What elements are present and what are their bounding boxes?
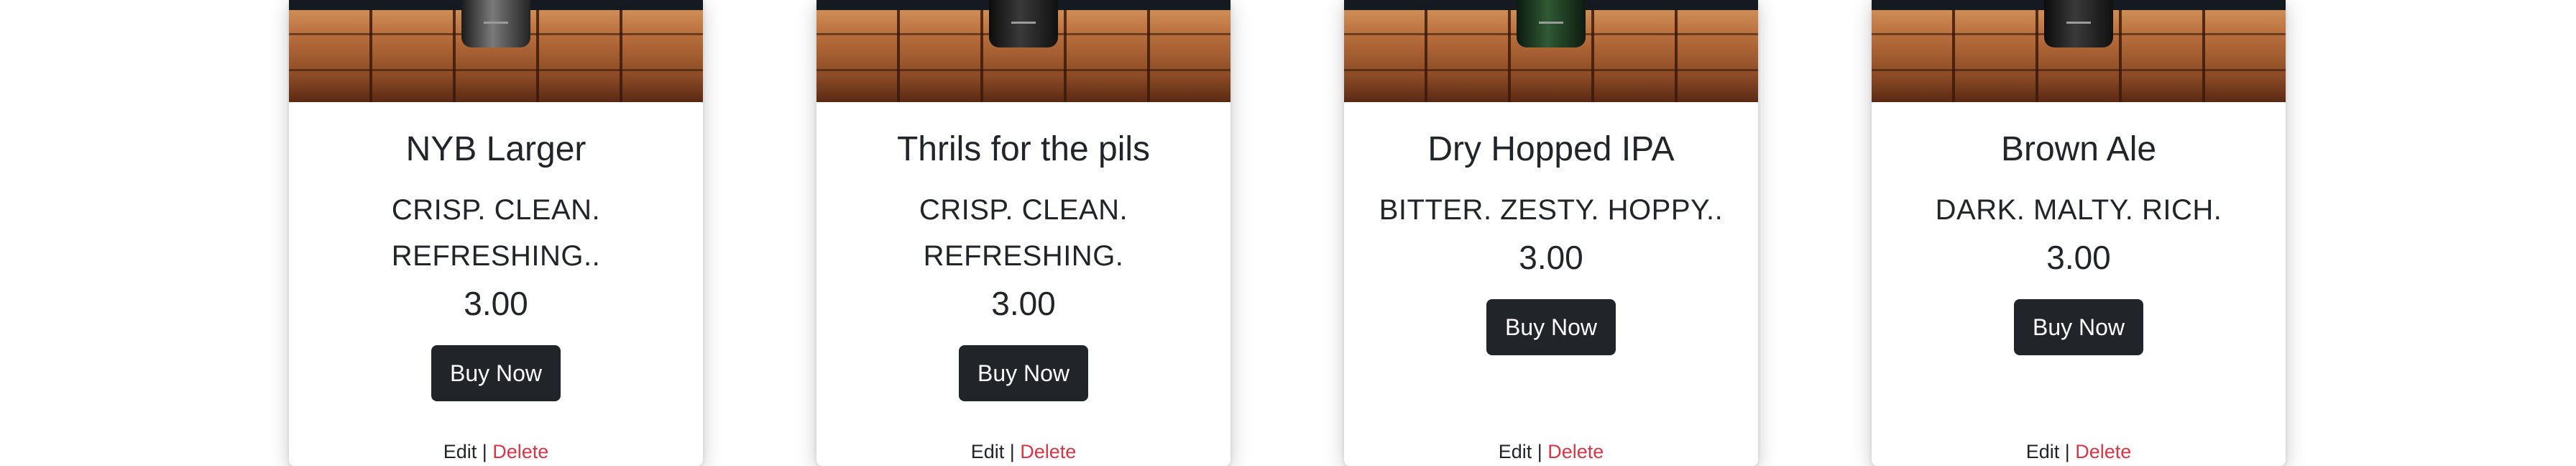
edit-link[interactable]: Edit [443,441,477,462]
product-description: CRISP. CLEAN. REFRESHING. [919,194,1128,272]
product-title: Brown Ale [2000,130,2157,168]
buy-now-button[interactable]: Buy Now [431,345,561,401]
product-description: BITTER. ZESTY. HOPPY.. [1379,194,1724,226]
beer-can-icon [461,0,530,47]
product-image [1344,0,1758,102]
delete-link[interactable]: Delete [492,441,548,462]
product-title: Dry Hopped IPA [1427,130,1675,168]
action-separator: | [2064,441,2070,462]
action-separator: | [1009,441,1015,462]
edit-link[interactable]: Edit [2026,441,2060,462]
card-actions: Edit | Delete [289,437,703,466]
action-separator: | [482,441,487,462]
product-price: 3.00 [991,285,1056,322]
product-description: CRISP. CLEAN. REFRESHING.. [391,194,601,272]
product-title: Thrils for the pils [896,130,1151,168]
product-card: Dry Hopped IPA BITTER. ZESTY. HOPPY.. 3.… [1344,0,1758,466]
action-separator: | [1537,441,1542,462]
delete-link[interactable]: Delete [1547,441,1604,462]
product-card: NYB Larger CRISP. CLEAN. REFRESHING.. 3.… [289,0,703,466]
delete-link[interactable]: Delete [1020,441,1076,462]
product-image [1872,0,2286,102]
edit-link[interactable]: Edit [971,441,1005,462]
card-actions: Edit | Delete [1344,437,1758,466]
product-card: Brown Ale DARK. MALTY. RICH. 3.00 Buy No… [1872,0,2286,466]
product-title: NYB Larger [405,130,586,168]
buy-now-button[interactable]: Buy Now [958,345,1089,401]
beer-can-icon [2044,0,2113,47]
product-price: 3.00 [1519,239,1583,276]
delete-link[interactable]: Delete [2075,441,2131,462]
buy-now-button[interactable]: Buy Now [1486,299,1616,355]
beer-can-icon [989,0,1058,47]
product-description: DARK. MALTY. RICH. [1935,194,2222,226]
buy-now-button[interactable]: Buy Now [2013,299,2144,355]
product-image [816,0,1230,102]
card-actions: Edit | Delete [816,437,1230,466]
card-actions: Edit | Delete [1872,437,2286,466]
product-card: Thrils for the pils CRISP. CLEAN. REFRES… [816,0,1230,466]
product-image [289,0,703,102]
edit-link[interactable]: Edit [1499,441,1532,462]
product-price: 3.00 [464,285,528,322]
beer-can-icon [1517,0,1586,47]
product-price: 3.00 [2046,239,2111,276]
